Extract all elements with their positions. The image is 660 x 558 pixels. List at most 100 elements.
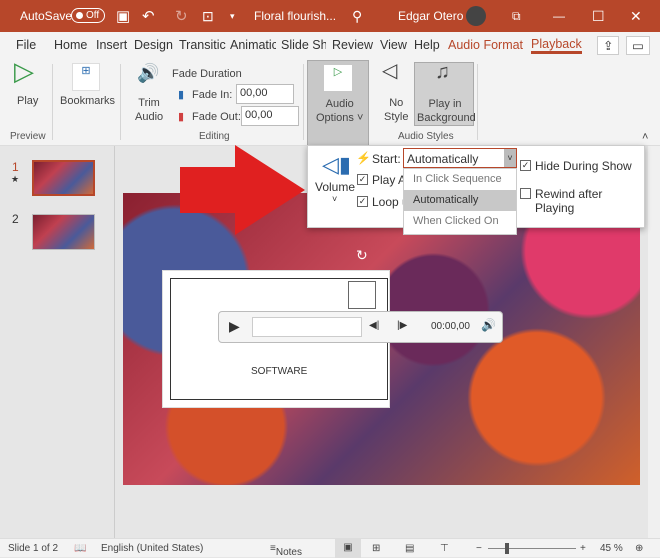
tab-help[interactable]: Help	[414, 38, 440, 52]
play-icon[interactable]: ▶	[229, 318, 240, 335]
play-across-label: Play A	[372, 173, 407, 187]
reading-view-icon[interactable]: ▤	[405, 543, 414, 554]
volume-button[interactable]: Volume	[315, 180, 355, 194]
time-display: 00:00,00	[431, 321, 470, 332]
zoom-slider[interactable]	[488, 548, 576, 549]
audio-options-panel: ◁▮ Volume ˅ ⚡ Start: Automatically ˅ ✓ Pl…	[307, 145, 645, 235]
fade-in-label: Fade In:	[192, 89, 233, 101]
play-across-checkbox[interactable]: ✓	[357, 174, 368, 185]
spellcheck-icon[interactable]: 📖	[74, 543, 86, 554]
tab-slide-show[interactable]: Slide Sh	[281, 38, 326, 52]
status-bar: Slide 1 of 2 📖 English (United States) ≡…	[0, 538, 660, 558]
option-in-click-sequence[interactable]: In Click Sequence	[404, 169, 516, 190]
chevron-down-icon[interactable]: ˅	[332, 194, 337, 204]
fade-out-icon: ▮	[178, 111, 185, 123]
slide-number: 2	[12, 212, 19, 226]
hide-during-show-label: Hide During Show	[535, 159, 632, 173]
vertical-scrollbar[interactable]	[648, 146, 660, 538]
redo-icon[interactable]: ↻	[175, 7, 188, 25]
tab-design[interactable]: Design	[134, 38, 173, 52]
fade-out-label: Fade Out:	[192, 111, 241, 123]
title-bar: AutoSave Off ▣ ↶ ↻ ⊡ ▾ Floral flourish..…	[0, 0, 660, 32]
tab-insert[interactable]: Insert	[96, 38, 127, 52]
slide-counter: Slide 1 of 2	[8, 543, 59, 554]
fade-in-icon: ▮	[178, 89, 185, 101]
comments-icon[interactable]: ▭	[626, 35, 650, 55]
slide-thumbnail-1[interactable]	[32, 160, 95, 196]
rotate-handle-icon[interactable]: ↻	[356, 247, 368, 264]
audio-options-icon: ▷	[324, 65, 352, 91]
present-icon[interactable]: ⊡	[202, 8, 214, 25]
zoom-level[interactable]: 45 %	[600, 543, 623, 554]
group-label-audio-styles: Audio Styles	[398, 131, 454, 142]
bookmarks-button[interactable]: Bookmarks	[60, 94, 115, 108]
fit-slide-icon[interactable]: ⊕	[635, 543, 643, 554]
avatar[interactable]	[466, 6, 486, 26]
slide-number: 1	[12, 160, 19, 174]
play-button[interactable]: Play	[17, 94, 38, 108]
minimize-icon[interactable]: —	[553, 9, 565, 23]
option-when-clicked-on[interactable]: When Clicked On	[404, 211, 516, 232]
volume-icon[interactable]: ◁▮	[322, 152, 351, 178]
rewind-label: Rewind after Playing	[535, 187, 603, 215]
rewind-checkbox[interactable]	[520, 188, 531, 199]
play-icon[interactable]: ▷	[14, 58, 34, 84]
tab-audio-format[interactable]: Audio Format	[448, 38, 523, 52]
trim-audio-button[interactable]: Trim Audio	[135, 96, 163, 124]
ribbon-display-icon[interactable]: ⧉	[512, 9, 521, 24]
language[interactable]: English (United States)	[101, 543, 203, 554]
document-title: Floral flourish...	[254, 9, 337, 23]
normal-view-icon[interactable]: ▣	[335, 539, 361, 558]
group-label-preview: Preview	[10, 131, 46, 142]
zoom-in-button[interactable]: +	[580, 543, 586, 554]
fade-in-input[interactable]: 00,00	[236, 84, 294, 104]
tab-view[interactable]: View	[380, 38, 407, 52]
save-icon[interactable]: ▣	[116, 7, 130, 25]
zoom-out-button[interactable]: −	[476, 543, 482, 554]
audio-options-button[interactable]: ▷ Audio Options ˅	[307, 60, 369, 146]
hide-during-show-checkbox[interactable]: ✓	[520, 160, 531, 171]
option-automatically[interactable]: Automatically	[404, 190, 516, 211]
autosave-toggle[interactable]: Off	[71, 8, 106, 23]
collapse-ribbon-icon[interactable]: ˄	[642, 130, 648, 144]
start-label: Start:	[372, 152, 401, 166]
close-icon[interactable]: ✕	[630, 8, 642, 25]
fade-out-input[interactable]: 00,00	[241, 106, 299, 126]
autosave-label: AutoSave	[20, 9, 73, 23]
loop-checkbox[interactable]: ✓	[357, 196, 368, 207]
slide-sorter-icon[interactable]: ⊞	[372, 543, 380, 554]
tab-file[interactable]: File	[16, 38, 36, 52]
audio-icon-selection[interactable]	[348, 281, 376, 309]
volume-icon[interactable]: 🔊	[481, 318, 496, 332]
progress-bar[interactable]	[252, 317, 362, 337]
fade-duration-label: Fade Duration	[172, 68, 242, 80]
tab-home[interactable]: Home	[54, 38, 87, 52]
red-arrow	[180, 145, 305, 235]
user-name: Edgar Otero	[398, 9, 464, 23]
no-style-icon[interactable]: ◁	[382, 61, 397, 81]
tab-animations[interactable]: Animatic	[230, 38, 276, 52]
skip-forward-icon[interactable]: |▶	[397, 320, 407, 331]
customize-icon[interactable]: ▾	[230, 11, 235, 22]
search-icon[interactable]: ⚲	[352, 8, 362, 25]
slide-canvas[interactable]: SOFTWARE ▶ ◀| |▶ 00:00,00 🔊 ↻	[123, 193, 640, 485]
play-in-background-icon: ♫	[435, 61, 450, 83]
share-icon[interactable]: ⇪	[597, 35, 620, 55]
no-style-button[interactable]: No Style	[384, 96, 408, 124]
notes-button[interactable]: ≡ Notes	[270, 543, 302, 558]
trim-audio-icon[interactable]: 🔊	[137, 64, 159, 82]
bookmarks-icon[interactable]: ⊞	[72, 63, 100, 91]
slide-thumbnail-2[interactable]	[32, 214, 95, 250]
slideshow-icon[interactable]: ⊤	[440, 543, 449, 554]
undo-icon[interactable]: ↶	[142, 7, 155, 25]
tab-review[interactable]: Review	[332, 38, 373, 52]
start-dropdown[interactable]: Automatically ˅	[403, 148, 517, 168]
ribbon-tabs: File Home Insert Design Transitic Animat…	[0, 32, 660, 58]
tab-transitions[interactable]: Transitic	[179, 38, 226, 52]
group-label-editing: Editing	[199, 131, 230, 142]
skip-back-icon[interactable]: ◀|	[369, 320, 379, 331]
play-in-background-button[interactable]: ♫ Play in Background	[414, 61, 476, 126]
maximize-icon[interactable]: ☐	[592, 8, 605, 25]
tab-playback[interactable]: Playback	[531, 37, 582, 54]
zoom-slider-thumb[interactable]	[505, 543, 509, 554]
